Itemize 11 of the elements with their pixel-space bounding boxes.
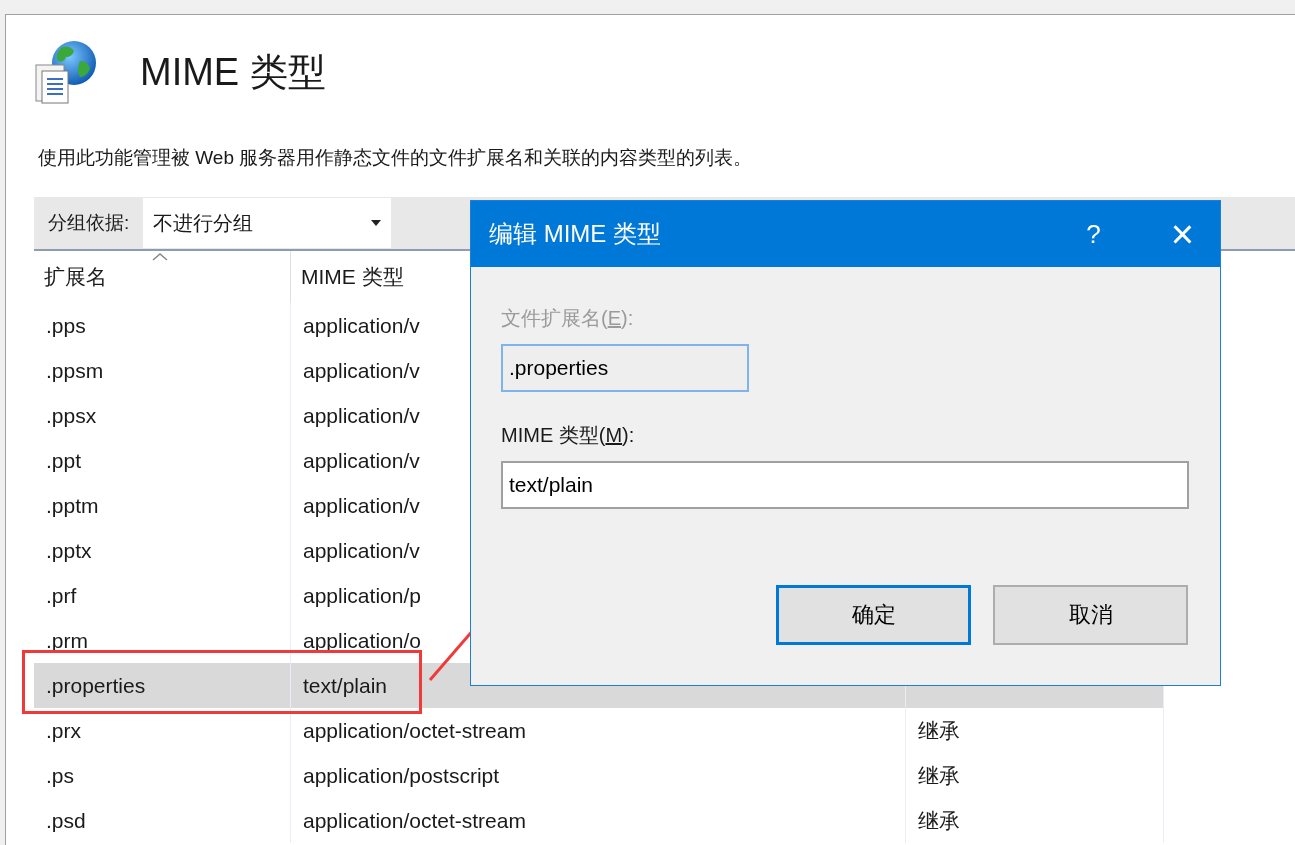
table-cell: application/octet-stream bbox=[291, 708, 906, 753]
table-cell: application/postscript bbox=[291, 753, 906, 798]
group-by-label: 分组依据: bbox=[47, 211, 131, 235]
field-label: 文件扩展名(E): bbox=[501, 306, 634, 331]
table-cell: 继承 bbox=[906, 798, 1164, 843]
table-cell: 继承 bbox=[906, 708, 1164, 753]
table-cell: application/octet-stream bbox=[291, 798, 906, 843]
dialog-title: 编辑 MIME 类型 bbox=[489, 219, 662, 249]
page-description: 使用此功能管理被 Web 服务器用作静态文件的文件扩展名和关联的内容类型的列表。 bbox=[38, 146, 754, 170]
table-cell: 继承 bbox=[906, 753, 1164, 798]
page-title: MIME 类型 bbox=[140, 49, 326, 95]
